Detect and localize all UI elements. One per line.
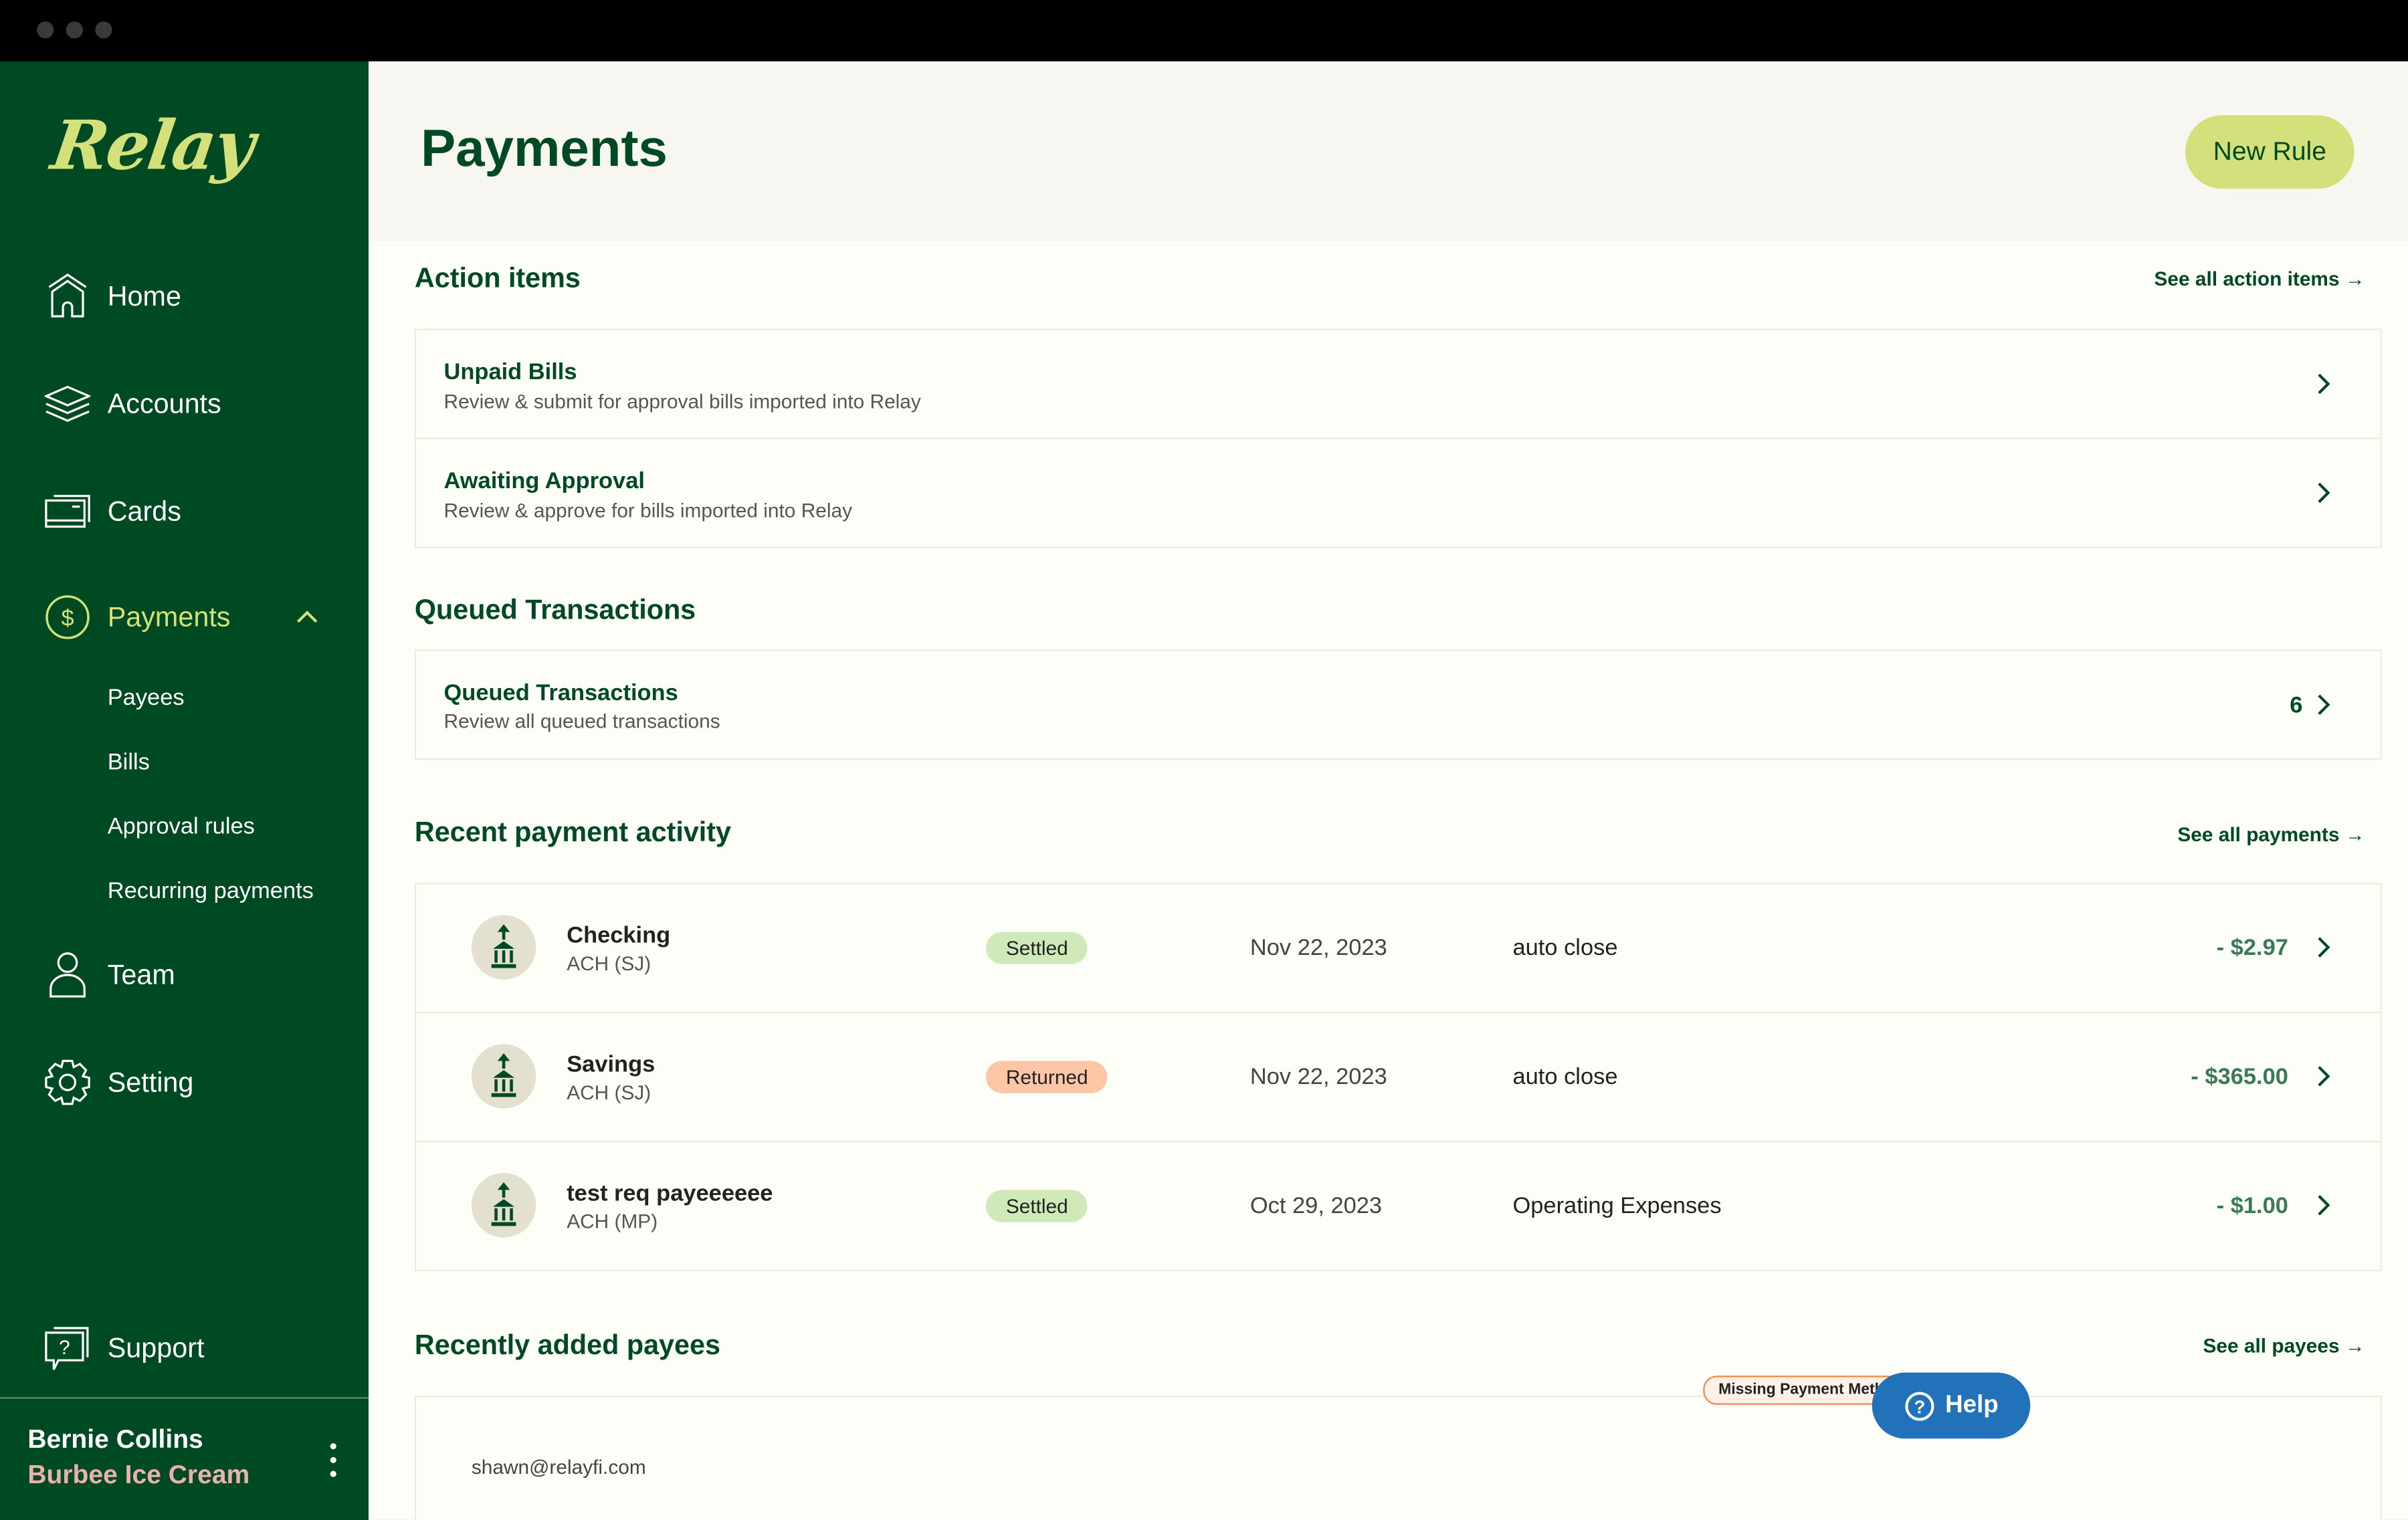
gear-icon (43, 1058, 92, 1107)
payment-date: Oct 29, 2023 (1249, 1192, 1383, 1219)
user-organization: Burbee Ice Cream (27, 1460, 250, 1490)
chevron-right-icon (2318, 694, 2330, 716)
cards-icon (43, 487, 92, 536)
sidebar: Relay Home Accounts Cards $ Payments Pay… (0, 61, 369, 1520)
layers-icon (43, 379, 92, 428)
payee-name: test req payeeeeee (567, 1180, 773, 1207)
window-titlebar (0, 0, 2408, 62)
row-title: Queued Transactions (443, 680, 678, 707)
chevron-right-icon (2318, 1195, 2330, 1216)
sidebar-item-payments[interactable]: $ Payments (43, 590, 230, 645)
home-icon (43, 272, 92, 320)
sidebar-item-label: Setting (107, 1066, 194, 1097)
recently-added-payees-title: Recently added payees (414, 1329, 721, 1361)
row-title: Unpaid Bills (443, 359, 577, 386)
action-item-awaiting-approval[interactable]: Awaiting Approval Review & approve for b… (416, 439, 2380, 547)
recent-payment-activity-title: Recent payment activity (414, 817, 732, 848)
sidebar-item-label: Support (107, 1331, 205, 1363)
sidebar-subitem-approval-rules[interactable]: Approval rules (108, 814, 255, 840)
chevron-right-icon (2318, 937, 2330, 958)
status-badge: Settled (985, 1190, 1088, 1222)
payment-amount: - $365.00 (2191, 1064, 2288, 1091)
svg-text:?: ? (1914, 1396, 1925, 1416)
payee-name: Savings (567, 1051, 656, 1078)
payment-row[interactable]: Checking ACH (SJ) Settled Nov 22, 2023 auto … (416, 884, 2381, 1014)
payee-email: shawn@relayfi.com (471, 1455, 646, 1479)
sidebar-item-label: Home (107, 280, 181, 311)
bank-transfer-icon (471, 1044, 536, 1109)
see-all-payees-link[interactable]: See all payees → (2203, 1334, 2365, 1357)
payment-date: Nov 22, 2023 (1249, 935, 1387, 962)
payment-date: Nov 22, 2023 (1249, 1064, 1387, 1091)
help-button[interactable]: ? Help (1872, 1372, 2031, 1439)
payment-memo: auto close (1512, 1064, 1618, 1091)
queued-count: 6 (2290, 692, 2303, 719)
chevron-up-icon[interactable] (295, 605, 320, 630)
recent-payees-card: shawn@relayfi.com (414, 1395, 2382, 1520)
payment-row[interactable]: test req payeeeeee ACH (MP) Settled Oct 29,… (416, 1142, 2380, 1270)
relay-logo[interactable]: Relay (47, 108, 258, 186)
row-subtitle: Review & submit for approval bills impor… (443, 390, 921, 413)
user-menu-kebab-icon[interactable] (322, 1443, 344, 1477)
help-question-icon: ? (1904, 1391, 1934, 1420)
queued-transactions-title: Queued Transactions (414, 594, 696, 625)
bank-transfer-icon (471, 1173, 536, 1238)
window-close-button[interactable] (37, 21, 54, 39)
action-items-card: Unpaid Bills Review & submit for approva… (414, 328, 2382, 548)
payee-name: Checking (567, 922, 671, 949)
queued-transactions-card: Queued Transactions Review all queued tr… (414, 649, 2382, 760)
sidebar-subitem-recurring-payments[interactable]: Recurring payments (108, 878, 314, 904)
payment-memo: Operating Expenses (1512, 1192, 1722, 1219)
row-title: Awaiting Approval (443, 468, 645, 495)
window-minimize-button[interactable] (66, 21, 83, 39)
recent-payments-card: Checking ACH (SJ) Settled Nov 22, 2023 auto … (414, 883, 2382, 1272)
payment-row[interactable]: Savings ACH (SJ) Returned Nov 22, 2023 auto … (416, 1013, 2381, 1143)
sidebar-item-team[interactable]: Team (43, 948, 175, 1003)
payee-row[interactable]: shawn@relayfi.com (416, 1397, 2380, 1506)
bank-transfer-icon (471, 915, 536, 980)
support-chat-icon: ? (43, 1323, 92, 1372)
page-header: Payments New Rule (369, 61, 2408, 241)
chevron-right-icon (2318, 1066, 2330, 1087)
sidebar-item-setting[interactable]: Setting (43, 1055, 193, 1110)
page-title: Payments (421, 120, 668, 179)
status-badge: Settled (985, 932, 1088, 964)
window-maximize-button[interactable] (95, 21, 112, 39)
see-all-action-items-link[interactable]: See all action items → (2154, 267, 2365, 290)
sidebar-item-label: Payments (107, 601, 231, 632)
chevron-right-icon (2318, 482, 2330, 504)
payment-method: ACH (MP) (567, 1210, 658, 1233)
person-icon (43, 950, 92, 999)
main-content: Payments New Rule Action items See all a… (369, 61, 2408, 1520)
payment-method: ACH (SJ) (567, 1081, 651, 1104)
payment-method: ACH (SJ) (567, 952, 651, 975)
dollar-circle-icon: $ (43, 592, 92, 641)
chevron-right-icon (2318, 373, 2330, 395)
user-name: Bernie Collins (27, 1424, 203, 1454)
see-all-payments-link[interactable]: See all payments → (2177, 823, 2365, 846)
help-label: Help (1945, 1392, 1999, 1418)
svg-text:?: ? (59, 1337, 70, 1359)
sidebar-item-home[interactable]: Home (43, 269, 181, 324)
sidebar-item-label: Team (107, 958, 175, 990)
new-rule-button[interactable]: New Rule (2185, 115, 2354, 189)
svg-text:$: $ (61, 606, 74, 631)
status-badge: Returned (985, 1061, 1108, 1093)
sidebar-item-accounts[interactable]: Accounts (43, 376, 221, 432)
action-items-title: Action items (414, 262, 581, 294)
sidebar-item-label: Accounts (107, 387, 221, 419)
sidebar-subitem-bills[interactable]: Bills (108, 749, 150, 775)
action-item-unpaid-bills[interactable]: Unpaid Bills Review & submit for approva… (416, 330, 2381, 439)
sidebar-item-label: Cards (107, 495, 181, 526)
row-subtitle: Review & approve for bills imported into… (443, 499, 853, 522)
sidebar-item-cards[interactable]: Cards (43, 483, 181, 539)
payment-amount: - $1.00 (2216, 1192, 2288, 1219)
sidebar-subitem-payees[interactable]: Payees (108, 685, 185, 711)
row-subtitle: Review all queued transactions (443, 709, 720, 733)
queued-transactions-row[interactable]: Queued Transactions Review all queued tr… (416, 651, 2380, 758)
sidebar-divider (0, 1397, 369, 1399)
payment-amount: - $2.97 (2216, 935, 2288, 962)
payment-memo: auto close (1512, 935, 1618, 962)
sidebar-item-support[interactable]: ? Support (43, 1320, 204, 1376)
